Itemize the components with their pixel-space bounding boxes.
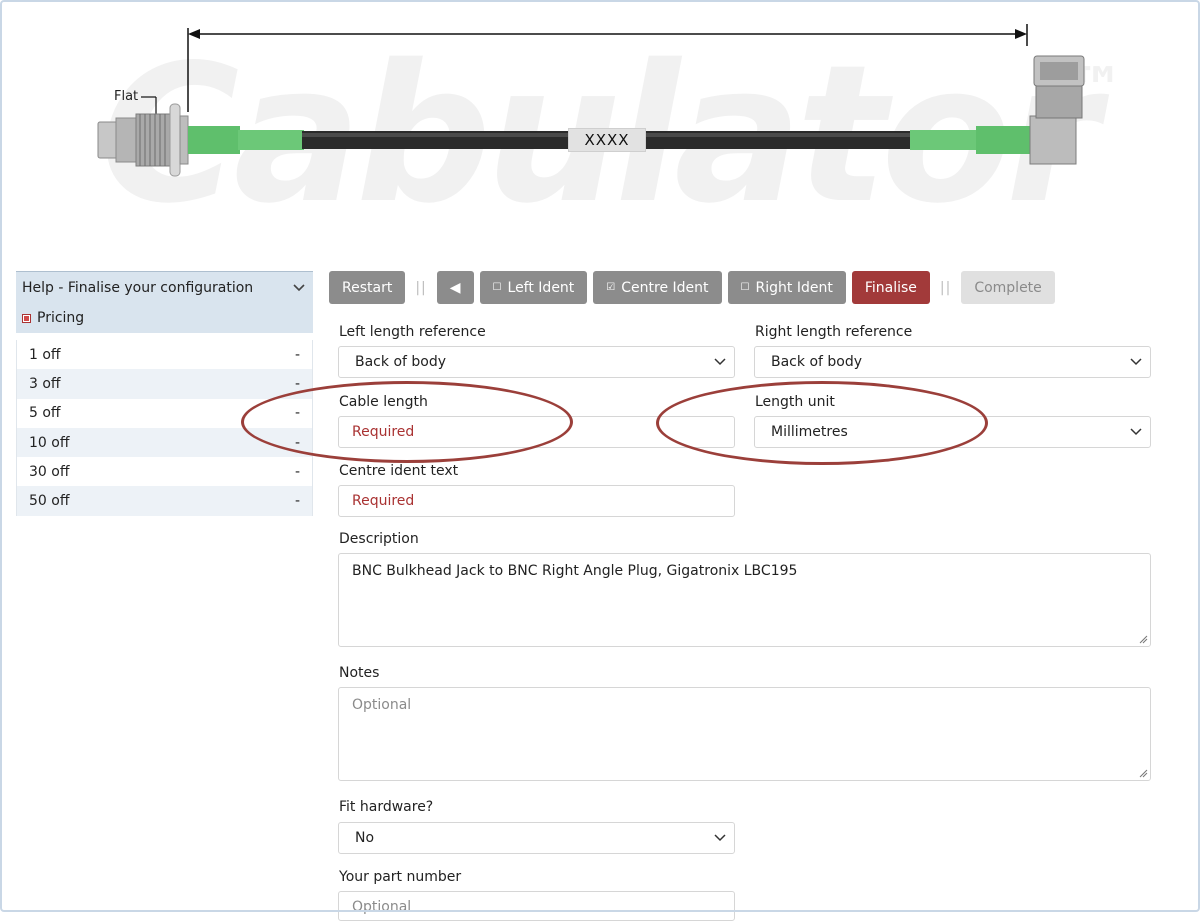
price-qty: 10 off: [29, 434, 70, 451]
fit-hardware-label: Fit hardware?: [339, 799, 434, 815]
unchecked-box-icon: ☐: [492, 282, 502, 293]
chevron-down-icon: [714, 834, 726, 842]
cable-length-placeholder: Required: [352, 424, 415, 440]
cable-length-input[interactable]: Required: [338, 416, 735, 448]
price-qty: 1 off: [29, 346, 61, 363]
chevron-down-icon: [1130, 358, 1142, 366]
left-ref-select[interactable]: Back of body: [338, 346, 735, 378]
bnc-bulkhead-jack: [97, 103, 189, 177]
notes-placeholder: Optional: [352, 697, 412, 713]
centre-ident-sleeve: XXXX: [568, 128, 646, 152]
centre-ident-text-label: Centre ident text: [339, 463, 459, 479]
price-value: -: [294, 405, 300, 422]
price-value: -: [294, 375, 300, 392]
length-dimension-arrow: [187, 24, 1028, 112]
price-row: 5 off -: [17, 399, 312, 428]
description-value: BNC Bulkhead Jack to BNC Right Angle Plu…: [352, 563, 798, 579]
description-label: Description: [339, 531, 419, 547]
length-unit-value: Millimetres: [771, 424, 848, 440]
back-arrow-icon: ◀: [449, 279, 461, 296]
right-ref-value: Back of body: [771, 354, 863, 370]
notes-label: Notes: [339, 665, 380, 681]
centre-ident-text-placeholder: Required: [352, 493, 415, 509]
help-header[interactable]: Help - Finalise your configuration: [16, 271, 313, 303]
price-qty: 30 off: [29, 463, 70, 480]
flat-label: Flat: [114, 89, 139, 104]
resize-handle-icon[interactable]: [1138, 768, 1148, 778]
description-textarea[interactable]: BNC Bulkhead Jack to BNC Right Angle Plu…: [338, 553, 1151, 647]
cable-length-label: Cable length: [339, 394, 428, 410]
price-value: -: [294, 434, 300, 451]
price-qty: 3 off: [29, 375, 61, 392]
notes-textarea[interactable]: Optional: [338, 687, 1151, 781]
price-row: 30 off -: [17, 457, 312, 486]
chevron-down-icon: [714, 358, 726, 366]
collapse-square-icon[interactable]: [22, 313, 31, 323]
left-ident-label: Left Ident: [507, 279, 575, 296]
pricing-header[interactable]: Pricing: [16, 303, 313, 333]
price-row: 3 off -: [17, 369, 312, 399]
length-unit-label: Length unit: [755, 394, 835, 410]
right-ident-label: Right Ident: [755, 279, 833, 296]
price-list: 1 off - 3 off - 5 off - 10 off - 30 off …: [16, 340, 313, 516]
price-row: 1 off -: [17, 340, 312, 369]
bnc-right-angle-plug: [1029, 55, 1085, 165]
finalise-button[interactable]: Finalise: [851, 271, 930, 304]
toolbar-separator: ||: [415, 279, 427, 296]
unchecked-box-icon: ☐: [740, 282, 750, 293]
price-qty: 50 off: [29, 493, 70, 510]
price-value: -: [294, 346, 300, 363]
right-ref-label: Right length reference: [755, 324, 913, 340]
right-ident-button[interactable]: ☐ Right Ident: [727, 271, 846, 304]
centre-ident-text-input[interactable]: Required: [338, 485, 735, 517]
centre-ident-button[interactable]: ☑ Centre Ident: [593, 271, 722, 304]
resize-handle-icon[interactable]: [1138, 634, 1148, 644]
price-row: 10 off -: [17, 427, 312, 458]
toolbar-separator: ||: [939, 279, 952, 296]
part-number-placeholder: Optional: [352, 899, 412, 915]
chevron-down-icon[interactable]: [293, 283, 305, 292]
help-title: Help - Finalise your configuration: [22, 279, 254, 296]
part-number-label: Your part number: [339, 869, 462, 885]
checked-box-icon: ☑: [606, 282, 616, 293]
restart-button[interactable]: Restart: [329, 271, 406, 304]
length-unit-select[interactable]: Millimetres: [754, 416, 1151, 448]
complete-button[interactable]: Complete: [961, 271, 1055, 304]
wizard-toolbar: Restart || ◀ ☐ Left Ident ☑ Centre Ident…: [329, 271, 1061, 304]
left-ref-value: Back of body: [355, 354, 447, 370]
price-row: 50 off -: [17, 486, 312, 516]
back-button[interactable]: ◀: [436, 271, 474, 304]
part-number-input[interactable]: Optional: [338, 891, 735, 921]
chevron-down-icon: [1130, 428, 1142, 436]
centre-ident-label: Centre Ident: [621, 279, 709, 296]
fit-hardware-value: No: [355, 830, 375, 846]
cable-preview: Cabulator ™ Flat XXXX: [0, 0, 1200, 262]
right-ref-select[interactable]: Back of body: [754, 346, 1151, 378]
left-ident-button[interactable]: ☐ Left Ident: [479, 271, 588, 304]
price-qty: 5 off: [29, 405, 61, 422]
left-ref-label: Left length reference: [339, 324, 486, 340]
fit-hardware-select[interactable]: No: [338, 822, 735, 854]
help-panel: Help - Finalise your configuration Prici…: [16, 271, 313, 516]
price-value: -: [294, 463, 300, 480]
price-value: -: [294, 493, 300, 510]
pricing-label: Pricing: [37, 310, 85, 326]
